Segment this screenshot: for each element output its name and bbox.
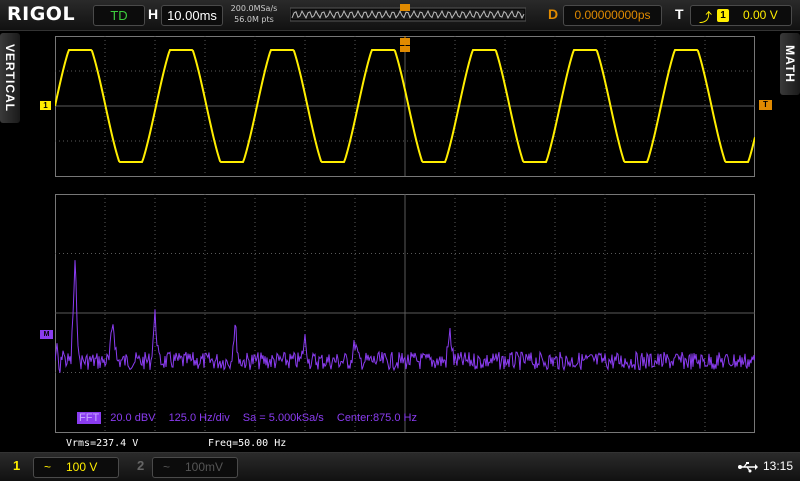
ch2-settings[interactable]: ~ 100mV <box>152 457 238 478</box>
fft-scale: 20.0 dBV <box>110 412 156 424</box>
memory-depth: 56.0M pts <box>234 15 274 24</box>
fft-center: Center:875.0 Hz <box>336 412 417 424</box>
trigger-label: T <box>675 6 684 22</box>
vertical-menu-tab[interactable]: VERTICAL <box>0 33 20 123</box>
ch1-scale: 100 V <box>66 460 98 474</box>
ch1-offset-marker[interactable]: 1 <box>40 101 51 110</box>
acquisition-info: 200.0MSa/s 56.0M pts <box>225 3 283 25</box>
run-state-indicator[interactable]: TD <box>93 5 145 26</box>
trigger-level-marker[interactable]: T <box>759 100 772 110</box>
top-status-bar: RIGOL TD H 10.00ms 200.0MSa/s 56.0M pts … <box>0 0 800 31</box>
waveform-display[interactable] <box>55 36 755 434</box>
brand-logo: RIGOL <box>7 3 76 25</box>
memory-trigger-icon <box>400 4 410 11</box>
rising-edge-icon: ⤴ <box>699 10 713 25</box>
ac-coupling-icon: ~ <box>44 460 52 474</box>
vertical-tab-label: VERTICAL <box>3 44 17 112</box>
fft-hz-div: 125.0 Hz/div <box>168 412 230 424</box>
clock: 13:15 <box>763 459 794 473</box>
trigger-level-value: 0.00 V <box>743 8 778 22</box>
math-offset-marker[interactable]: M <box>40 330 53 339</box>
math-menu-tab[interactable]: MATH <box>780 33 800 95</box>
trigger-source-badge: 1 <box>717 9 729 22</box>
sample-rate: 200.0MSa/s <box>230 4 278 13</box>
delay-label: D <box>548 6 559 22</box>
math-tab-label: MATH <box>783 45 797 83</box>
lower-window-grid <box>55 194 755 433</box>
ac-coupling-icon: ~ <box>163 460 171 474</box>
ch2-number[interactable]: 2 <box>137 458 144 473</box>
scope-graticule <box>55 36 755 433</box>
ch1-settings[interactable]: ~ 100 V <box>33 457 119 478</box>
measurement-vrms: Vrms=237.4 V <box>66 438 139 449</box>
ch1-number[interactable]: 1 <box>13 458 20 473</box>
trigger-position-marker <box>400 36 410 52</box>
fft-label: FFT <box>77 412 102 424</box>
horizontal-label: H <box>148 6 159 22</box>
fft-sample-rate: Sa = 5.000kSa/s <box>242 412 324 424</box>
trigger-settings[interactable]: ⤴ 1 0.00 V <box>690 5 792 26</box>
timebase-value[interactable]: 10.00ms <box>161 5 223 26</box>
memory-overview-strip[interactable] <box>290 4 526 25</box>
measurement-freq: Freq=50.00 Hz <box>208 438 287 449</box>
ch2-scale: 100mV <box>185 460 224 474</box>
fft-info-line: FFT 20.0 dBV 125.0 Hz/div Sa = 5.000kSa/… <box>77 412 417 424</box>
horizontal-delay-value[interactable]: 0.00000000ps <box>563 5 662 26</box>
usb-icon <box>738 462 758 473</box>
bottom-status-bar: 1 ~ 100 V 2 ~ 100mV 13:15 <box>0 452 800 481</box>
